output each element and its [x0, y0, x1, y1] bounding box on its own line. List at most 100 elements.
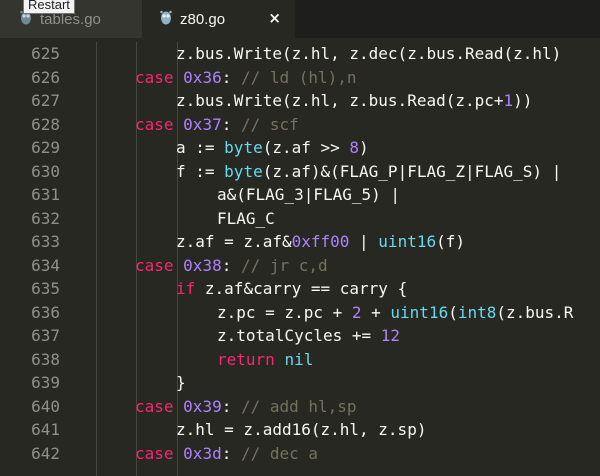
line-number: 630 — [31, 161, 60, 181]
line-number: 638 — [31, 349, 60, 369]
code-token: z.totalCycles += — [217, 326, 381, 345]
code-token: (z.bus.R — [496, 302, 574, 322]
code-line[interactable]: 631 a&(FLAG_3|FLAG_5) | — [0, 183, 600, 207]
code-line[interactable]: 642 case 0x3d: // dec a — [0, 442, 600, 466]
code-line[interactable]: 640 case 0x39: // add hl,sp — [0, 395, 600, 419]
code-token: } — [176, 373, 186, 392]
code-token: z.bus.Write(z.hl, z.bus.Read(z.pc+ — [176, 91, 504, 110]
code-token: FLAG_C — [217, 208, 275, 228]
code-line[interactable]: 630 f := byte(z.af)&(FLAG_P|FLAG_Z|FLAG_S… — [0, 160, 600, 184]
code-token: byte — [224, 138, 263, 157]
line-number: 640 — [31, 396, 60, 416]
code-token: 0x37 — [183, 114, 222, 134]
code-text: a&(FLAG_3|FLAG_5) | — [217, 183, 400, 207]
code-token: z.pc = z.pc + — [217, 302, 352, 322]
code-line[interactable]: 639} — [0, 371, 600, 395]
tooltip: Restart — [23, 0, 75, 14]
close-icon[interactable]: × — [268, 9, 281, 27]
code-token: 12 — [380, 326, 401, 345]
code-line[interactable]: 625 z.bus.Write(z.hl, z.dec(z.bus.Read(z.… — [0, 42, 600, 66]
code-line[interactable]: 638 return nil — [0, 348, 600, 372]
line-number: 634 — [31, 255, 60, 275]
code-token: z.af&carry == carry { — [204, 279, 408, 298]
code-token: case — [135, 443, 184, 463]
code-token: ( — [448, 302, 458, 322]
line-number: 632 — [31, 208, 60, 228]
code-text: case 0x37: // scf — [135, 113, 299, 137]
code-text: z.bus.Write(z.hl, z.bus.Read(z.pc+1)) — [176, 89, 532, 113]
code-token: (z.af)&(FLAG_P|FLAG_Z|FLAG_S) | — [262, 161, 562, 181]
code-line[interactable]: 626 case 0x36: // ld (hl),n — [0, 66, 600, 90]
gopher-icon — [160, 10, 172, 29]
code-line[interactable]: 629 a := byte(z.af >> 8) — [0, 136, 600, 160]
code-line[interactable]: 632 FLAG_C — [0, 207, 600, 231]
code-token: f := — [176, 161, 225, 181]
code-text: a := byte(z.af >> 8) — [176, 136, 369, 160]
code-token: // ld (hl),n — [240, 67, 357, 87]
code-token: 0x36 — [183, 67, 222, 87]
code-token: 8 — [349, 138, 360, 157]
code-token: // scf — [240, 114, 299, 134]
code-token: (z.af >> — [262, 138, 350, 157]
line-number: 627 — [31, 91, 60, 110]
code-token: : — [221, 443, 241, 463]
code-token: nil — [284, 349, 314, 369]
code-token: // dec a — [240, 443, 319, 463]
tab-label: z80.go — [180, 10, 226, 28]
code-token: a := — [176, 138, 225, 157]
code-token: return — [217, 349, 285, 369]
line-number: 642 — [31, 443, 60, 463]
code-line[interactable]: 636 z.pc = z.pc + 2 + uint16(int8(z.bus.R — [0, 301, 600, 325]
code-editor[interactable]: 625 z.bus.Write(z.hl, z.dec(z.bus.Read(z.… — [0, 42, 600, 476]
code-token: 1 — [503, 91, 514, 110]
tab-bar: tables.go z80.go × — [0, 0, 600, 38]
code-line[interactable]: 637 z.totalCycles += 12 — [0, 324, 600, 348]
code-token: z.hl = z.add16(z.hl, z.sp) — [176, 420, 427, 439]
code-token: case — [135, 67, 184, 87]
code-text: case 0x38: // jr c,d — [135, 254, 328, 278]
code-line[interactable]: 633 z.af = z.af&0xff00 | uint16(f) — [0, 230, 600, 254]
code-token: a&(FLAG_3|FLAG_5) | — [217, 185, 401, 204]
code-token: + — [361, 302, 391, 322]
code-text: z.bus.Write(z.hl, z.dec(z.bus.Read(z.hl) — [176, 42, 561, 66]
code-token: 0xff00 — [291, 232, 350, 251]
code-text: return nil — [217, 348, 313, 372]
code-token: uint16 — [378, 232, 437, 251]
line-number: 636 — [31, 302, 60, 322]
code-token: 0x3d — [183, 443, 222, 463]
line-number: 637 — [31, 326, 60, 345]
code-text: } — [176, 371, 186, 395]
code-token: // jr c,d — [240, 255, 328, 275]
code-token: case — [135, 396, 184, 416]
code-token: int8 — [457, 302, 497, 322]
line-number: 641 — [31, 420, 60, 439]
code-token: 2 — [351, 302, 362, 322]
code-line[interactable]: 634 case 0x38: // jr c,d — [0, 254, 600, 278]
code-token: | — [349, 232, 379, 251]
code-line[interactable]: 628 case 0x37: // scf — [0, 113, 600, 137]
code-token: uint16 — [390, 302, 449, 322]
tab-z80-go[interactable]: z80.go × — [142, 0, 295, 38]
code-token: : — [221, 114, 241, 134]
code-token: z.af = z.af& — [176, 232, 292, 251]
code-token: case — [135, 255, 184, 275]
code-token: : — [221, 255, 241, 275]
line-number: 631 — [31, 185, 60, 204]
code-text: z.hl = z.add16(z.hl, z.sp) — [176, 418, 426, 442]
line-number: 635 — [31, 279, 60, 298]
line-number: 626 — [31, 67, 60, 87]
code-line[interactable]: 627 z.bus.Write(z.hl, z.bus.Read(z.pc+1)) — [0, 89, 600, 113]
line-number: 639 — [31, 373, 60, 392]
code-text: case 0x39: // add hl,sp — [135, 395, 357, 419]
code-text: FLAG_C — [217, 207, 275, 231]
code-token: 0x39 — [183, 396, 222, 416]
code-text: case 0x36: // ld (hl),n — [135, 66, 357, 90]
code-text: case 0x3d: // dec a — [135, 442, 318, 466]
code-token: if — [176, 279, 205, 298]
code-token: z.bus.Write(z.hl, z.dec(z.bus.Read(z.hl) — [176, 44, 562, 63]
code-line[interactable]: 635 if z.af&carry == carry { — [0, 277, 600, 301]
code-text: z.totalCycles += 12 — [217, 324, 400, 348]
code-text: if z.af&carry == carry { — [176, 277, 407, 301]
line-number: 628 — [31, 114, 60, 134]
code-line[interactable]: 641 z.hl = z.add16(z.hl, z.sp) — [0, 418, 600, 442]
